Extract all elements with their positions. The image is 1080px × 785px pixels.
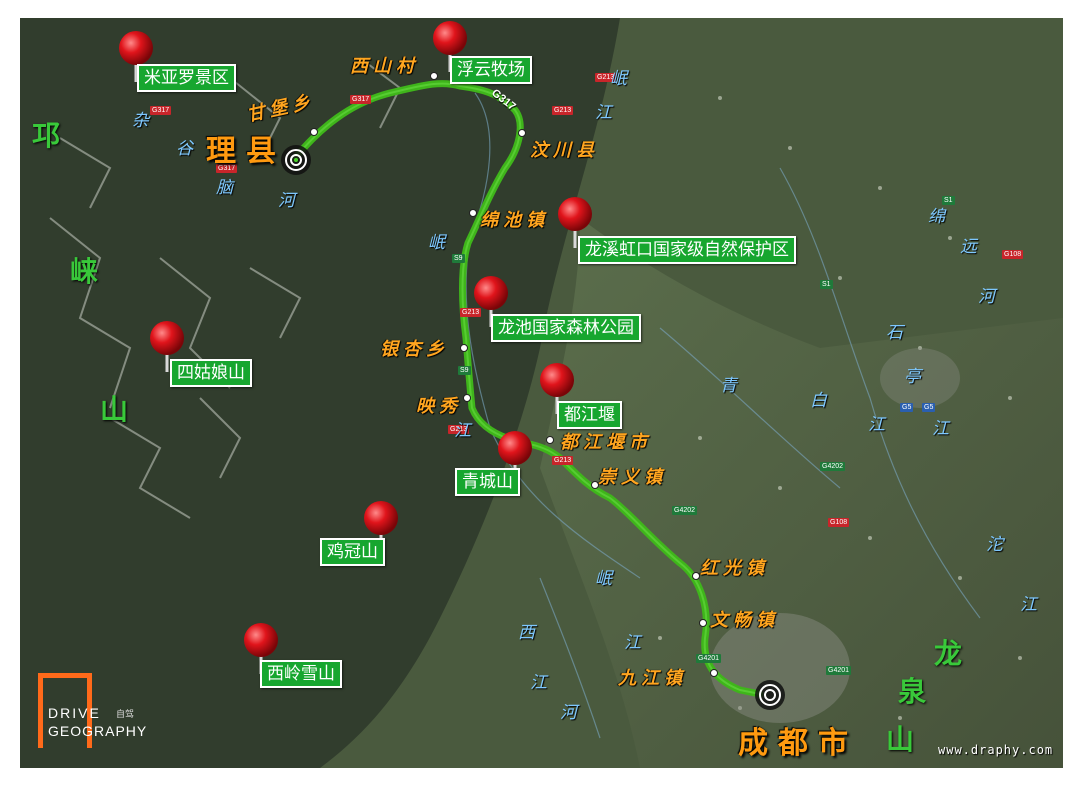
town-jiujiang: 九江镇 bbox=[618, 668, 687, 689]
stop-yinxing bbox=[460, 344, 468, 352]
river-shiting-3: 江 bbox=[932, 419, 949, 439]
mountain-qionglai-2: 崃 bbox=[70, 255, 99, 288]
river-qingbai-1: 青 bbox=[720, 376, 737, 396]
town-hongguang: 红光镇 bbox=[700, 558, 769, 579]
poi-label-jiguan[interactable]: 鸡冠山 bbox=[320, 538, 385, 566]
road-shield: G213 bbox=[552, 456, 574, 465]
pin-head bbox=[150, 321, 184, 355]
poi-label-longchi[interactable]: 龙池国家森林公园 bbox=[491, 314, 641, 342]
road-shield: G4202 bbox=[820, 462, 846, 471]
poi-label-xiling[interactable]: 西岭雪山 bbox=[260, 660, 342, 688]
logo-line2: GEOGRAPHY bbox=[48, 723, 148, 739]
mountain-longquan-3: 山 bbox=[886, 723, 915, 756]
mountain-qionglai-3: 山 bbox=[100, 393, 129, 426]
road-shield: S1 bbox=[820, 280, 833, 289]
river-mianyuan-2: 远 bbox=[960, 237, 977, 257]
stop-jiujiang bbox=[710, 669, 718, 677]
river-minjiang-low-2: 江 bbox=[624, 633, 641, 653]
road-shield: G317 bbox=[350, 95, 372, 104]
stop-xishancun bbox=[430, 72, 438, 80]
stop-wenjiang bbox=[699, 619, 707, 627]
poi-label-siguniang[interactable]: 四姑娘山 bbox=[170, 359, 252, 387]
poi-label-dujiangyan[interactable]: 都江堰 bbox=[557, 401, 622, 429]
pin-head bbox=[498, 431, 532, 465]
poi-label-qingcheng[interactable]: 青城山 bbox=[455, 468, 520, 496]
pin-head bbox=[558, 197, 592, 231]
pin-head bbox=[433, 21, 467, 55]
river-xihe-3: 河 bbox=[560, 703, 577, 723]
river-zagunao-2: 谷 bbox=[176, 139, 193, 159]
end-marker-chengdu bbox=[755, 680, 785, 710]
river-mianyuan-1: 绵 bbox=[928, 207, 945, 227]
river-xihe-2: 江 bbox=[530, 673, 547, 693]
river-zagunao-4: 河 bbox=[278, 191, 295, 211]
pin-head bbox=[540, 363, 574, 397]
town-yinxing: 银杏乡 bbox=[380, 339, 449, 360]
town-mianchi: 绵池镇 bbox=[480, 210, 549, 231]
pin-head bbox=[244, 623, 278, 657]
road-shield: S9 bbox=[458, 366, 471, 375]
poi-label-miyaluo[interactable]: 米亚罗景区 bbox=[137, 64, 236, 92]
mountain-qionglai-1: 邛 bbox=[32, 119, 61, 152]
river-minjiang-mid-1: 岷 bbox=[428, 233, 445, 253]
road-shield: G108 bbox=[828, 518, 850, 527]
road-shield: G4201 bbox=[696, 654, 722, 663]
road-shield: G213 bbox=[552, 106, 574, 115]
river-zagunao-1: 杂 bbox=[132, 111, 149, 131]
river-minjiang-low-1: 岷 bbox=[595, 569, 612, 589]
river-minjiang-top-1: 岷 bbox=[610, 69, 627, 89]
logo-line1-cn: 自驾 bbox=[116, 710, 135, 720]
pin-head bbox=[474, 276, 508, 310]
road-shield: G4201 bbox=[826, 666, 852, 675]
map-frame: G317 G317 G317 G213 G213 S9 G213 S9 G213 G213 G420… bbox=[20, 18, 1063, 768]
stop-yingxiu bbox=[463, 394, 471, 402]
drive-geography-logo: DRIVE 自驾 GEOGRAPHY bbox=[38, 673, 178, 753]
river-zagunao-3: 脑 bbox=[216, 178, 233, 198]
stop-wenchuan bbox=[518, 129, 526, 137]
town-wenjiang: 文畅镇 bbox=[710, 610, 779, 631]
town-dujiangyan-city: 都江堰市 bbox=[560, 432, 652, 453]
poi-label-fuyun[interactable]: 浮云牧场 bbox=[450, 56, 532, 84]
town-chongyi: 崇义镇 bbox=[598, 467, 667, 488]
river-minjiang-mid-2: 江 bbox=[454, 421, 471, 441]
road-shield: G317 bbox=[150, 106, 172, 115]
river-tuojiang-2: 江 bbox=[1020, 595, 1037, 615]
river-shiting-1: 石 bbox=[886, 323, 903, 343]
river-qingbai-2: 白 bbox=[810, 391, 827, 411]
town-lixian: 理县 bbox=[206, 134, 286, 169]
river-tuojiang-1: 沱 bbox=[986, 535, 1003, 555]
road-shield: G5 bbox=[900, 403, 914, 412]
road-shield: G4202 bbox=[672, 506, 698, 515]
river-shiting-2: 亭 bbox=[904, 367, 921, 387]
stop-hongguang bbox=[692, 572, 700, 580]
town-xishancun: 西山村 bbox=[350, 56, 419, 77]
town-wenchuan: 汶川县 bbox=[530, 140, 599, 161]
mountain-longquan-1: 龙 bbox=[934, 637, 963, 670]
road-shield: G5 bbox=[922, 403, 936, 412]
pin-head bbox=[364, 501, 398, 535]
terrain-map bbox=[20, 18, 1063, 768]
stop-mianchi bbox=[469, 209, 477, 217]
city-chengdu: 成都市 bbox=[738, 726, 858, 761]
stop-dujiangyan bbox=[546, 436, 554, 444]
watermark: www.draphy.com bbox=[938, 743, 1054, 757]
road-shield: S9 bbox=[452, 254, 465, 263]
logo-line1: DRIVE bbox=[48, 705, 101, 721]
river-qingbai-3: 江 bbox=[868, 415, 885, 435]
town-yingxiu: 映秀 bbox=[416, 396, 462, 417]
river-mianyuan-3: 河 bbox=[978, 287, 995, 307]
mountain-longquan-2: 泉 bbox=[898, 675, 927, 708]
road-shield: G108 bbox=[1002, 250, 1024, 259]
poi-label-longxi[interactable]: 龙溪虹口国家级自然保护区 bbox=[578, 236, 796, 264]
road-shield: G213 bbox=[460, 308, 482, 317]
river-minjiang-top-2: 江 bbox=[595, 103, 612, 123]
stop-ganbao bbox=[310, 128, 318, 136]
river-xihe-1: 西 bbox=[518, 623, 535, 643]
pin-head bbox=[119, 31, 153, 65]
